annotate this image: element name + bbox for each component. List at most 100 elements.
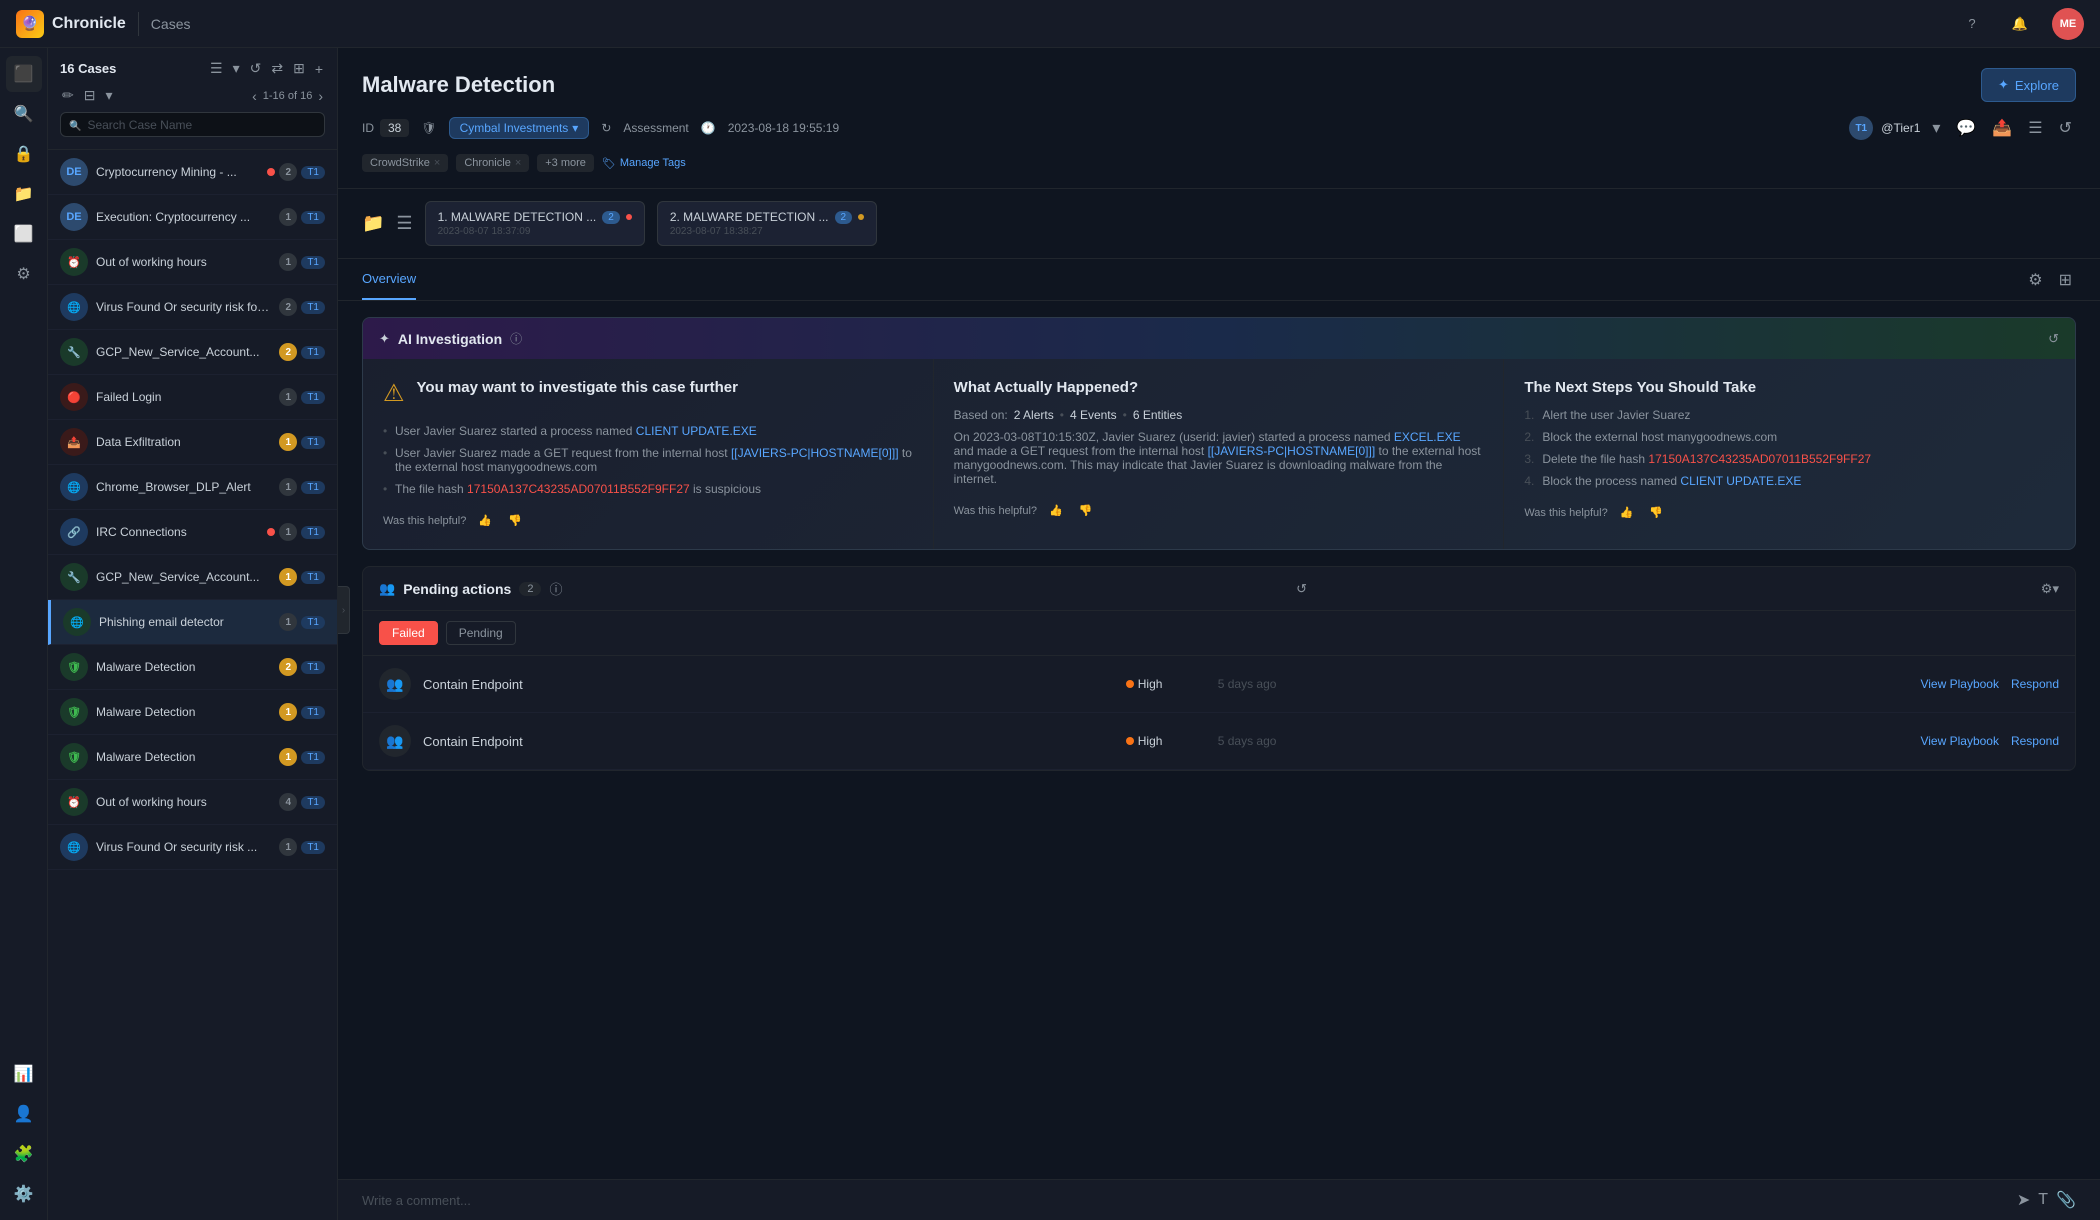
list-item[interactable]: 🔗 IRC Connections 1 T1: [48, 510, 337, 555]
client-update-link-2[interactable]: CLIENT UPDATE.EXE: [1680, 474, 1801, 488]
alert-tab-2-label: 2. MALWARE DETECTION ...: [670, 210, 829, 224]
settings-tab-icon[interactable]: ⚙: [2024, 266, 2046, 294]
list-item[interactable]: 🌐 Chrome_Browser_DLP_Alert 1 T1: [48, 465, 337, 510]
attachment-icon[interactable]: 📎: [2056, 1190, 2076, 1210]
list-item[interactable]: ⏰ Out of working hours 1 T1: [48, 240, 337, 285]
file-hash-link-2[interactable]: 17150A137C43235AD07011B552F9FF27: [1648, 452, 1871, 466]
filter-pending-button[interactable]: Pending: [446, 621, 516, 645]
respond-link-1[interactable]: Respond: [2011, 677, 2059, 691]
list-view-button[interactable]: ☰: [208, 58, 225, 79]
swap-button[interactable]: [269, 58, 285, 79]
tier-badge: T1: [301, 346, 325, 359]
sidebar-icon-search[interactable]: 🔍: [6, 96, 42, 132]
sidebar-icon-layers[interactable]: ⬜: [6, 216, 42, 252]
file-hash-link-1[interactable]: 17150A137C43235AD07011B552F9FF27: [467, 482, 690, 496]
notifications-button[interactable]: 🔔: [2004, 8, 2036, 40]
hostname-link-2[interactable]: [[JAVIERS-PC|HOSTNAME[0]]]: [1208, 444, 1376, 458]
help-button[interactable]: ?: [1956, 8, 1988, 40]
sidebar-icon-home[interactable]: ⬛: [6, 56, 42, 92]
org-badge[interactable]: Cymbal Investments ▾: [449, 117, 590, 139]
manage-tags-button[interactable]: 🏷 Manage Tags: [602, 157, 686, 170]
list-item[interactable]: 🌐 Virus Found Or security risk fou... 2 …: [48, 285, 337, 330]
tag-remove-chronicle[interactable]: ×: [515, 157, 521, 169]
alert-tab-2[interactable]: 2. MALWARE DETECTION ... 2 2023-08-07 18…: [657, 201, 877, 246]
explore-button[interactable]: ✦ Explore: [1981, 68, 2076, 102]
ai-refresh-icon[interactable]: ↺: [2048, 331, 2059, 347]
excel-link[interactable]: EXCEL.EXE: [1394, 430, 1461, 444]
chevron-down-icon[interactable]: ▾: [231, 58, 242, 79]
sidebar-icon-cases[interactable]: 📁: [6, 176, 42, 212]
search-input[interactable]: [87, 118, 316, 132]
ai-info-icon[interactable]: ⓘ: [510, 330, 522, 347]
ai-header: ✦ AI Investigation ⓘ ↺: [363, 318, 2075, 359]
case-name: GCP_New_Service_Account...: [96, 345, 271, 359]
case-detail-header: Malware Detection ✦ Explore ID 38 🛡 Cymb…: [338, 48, 2100, 189]
comment-action-icon[interactable]: 💬: [1952, 114, 1980, 142]
sidebar-icon-puzzle[interactable]: 🧩: [6, 1136, 42, 1172]
thumbs-down-1[interactable]: 👎: [504, 512, 526, 529]
list-item[interactable]: 📤 Data Exfiltration 1 T1: [48, 420, 337, 465]
tab-list-icon[interactable]: ☰: [396, 213, 412, 234]
list-item[interactable]: 🔴 Failed Login 1 T1: [48, 375, 337, 420]
thumbs-down-3[interactable]: 👎: [1645, 504, 1667, 521]
filter-button[interactable]: [82, 85, 98, 106]
thumbs-up-1[interactable]: 👍: [474, 512, 496, 529]
case-icon: 🛡: [60, 653, 88, 681]
tab-overview[interactable]: Overview: [362, 259, 416, 300]
list-action-icon[interactable]: ☰: [2024, 114, 2046, 142]
prev-page-button[interactable]: [250, 86, 259, 106]
thumbs-up-2[interactable]: 👍: [1045, 502, 1067, 519]
alert-tab-1[interactable]: 1. MALWARE DETECTION ... 2 2023-08-07 18…: [425, 201, 645, 246]
layout-tab-icon[interactable]: ⊞: [2055, 266, 2076, 294]
respond-link-2[interactable]: Respond: [2011, 734, 2059, 748]
edit-icon[interactable]: ✏: [60, 85, 76, 106]
next-page-button[interactable]: [316, 86, 325, 106]
case-badges: 2 T1: [279, 658, 325, 676]
user-avatar[interactable]: ME: [2052, 8, 2084, 40]
tab-folder-icon[interactable]: 📁: [362, 213, 384, 234]
hostname-link-1[interactable]: [[JAVIERS-PC|HOSTNAME[0]]]: [731, 446, 899, 460]
tag-remove-crowdstrike[interactable]: ×: [434, 157, 440, 169]
more-tags-badge[interactable]: +3 more: [537, 154, 594, 172]
list-item[interactable]: 🛡 Malware Detection 1 T1: [48, 735, 337, 780]
sidebar-icon-lock[interactable]: 🔒: [6, 136, 42, 172]
sidebar-icon-gear[interactable]: ⚙️: [6, 1176, 42, 1212]
assignee-dropdown-icon[interactable]: ▾: [1928, 114, 1944, 142]
grid-button[interactable]: [291, 58, 307, 79]
add-case-button[interactable]: [313, 59, 325, 79]
comment-input[interactable]: [362, 1193, 2009, 1208]
priority-dot-1: [1126, 680, 1134, 688]
helpful-label-2: Was this helpful?: [954, 505, 1037, 517]
list-item[interactable]: 🌐 Phishing email detector 1 T1: [48, 600, 337, 645]
refresh-action-icon[interactable]: ↺: [2055, 114, 2076, 142]
text-format-icon[interactable]: T: [2038, 1191, 2048, 1209]
filter-failed-button[interactable]: Failed: [379, 621, 438, 645]
share-action-icon[interactable]: 📤: [1988, 114, 2016, 142]
refresh-button[interactable]: [248, 58, 264, 79]
view-playbook-link-2[interactable]: View Playbook: [1920, 734, 1999, 748]
pending-refresh-button[interactable]: ↺: [1296, 581, 1307, 597]
client-update-link-1[interactable]: CLIENT UPDATE.EXE: [636, 424, 757, 438]
sidebar-icon-settings[interactable]: ⚙: [6, 256, 42, 292]
pending-settings-icon[interactable]: ⚙▾: [2041, 581, 2059, 597]
cases-pagination: 1-16 of 16: [250, 86, 325, 106]
sidebar-icon-chart[interactable]: 📊: [6, 1056, 42, 1092]
sidebar-icon-person[interactable]: 👤: [6, 1096, 42, 1132]
list-item[interactable]: ⏰ Out of working hours 4 T1: [48, 780, 337, 825]
list-item[interactable]: 🔧 GCP_New_Service_Account... 1 T1: [48, 555, 337, 600]
thumbs-down-2[interactable]: 👎: [1075, 502, 1097, 519]
list-item[interactable]: DE Execution: Cryptocurrency ... 1 T1: [48, 195, 337, 240]
list-item[interactable]: DE Cryptocurrency Mining - ... 2 T1: [48, 150, 337, 195]
send-comment-icon[interactable]: ➤: [2017, 1190, 2030, 1210]
panel-collapse-handle[interactable]: ›: [338, 586, 350, 634]
filter-chevron[interactable]: [103, 85, 114, 106]
list-item[interactable]: 🛡 Malware Detection 2 T1: [48, 645, 337, 690]
list-item[interactable]: 🔧 GCP_New_Service_Account... 2 T1: [48, 330, 337, 375]
thumbs-up-3[interactable]: 👍: [1616, 504, 1638, 521]
logo-icon[interactable]: 🔮: [16, 10, 44, 38]
list-item[interactable]: 🌐 Virus Found Or security risk ... 1 T1: [48, 825, 337, 870]
pending-info-icon[interactable]: ⓘ: [549, 579, 562, 598]
view-playbook-link-1[interactable]: View Playbook: [1920, 677, 1999, 691]
pending-count: 2: [519, 582, 541, 596]
list-item[interactable]: 🛡 Malware Detection 1 T1: [48, 690, 337, 735]
